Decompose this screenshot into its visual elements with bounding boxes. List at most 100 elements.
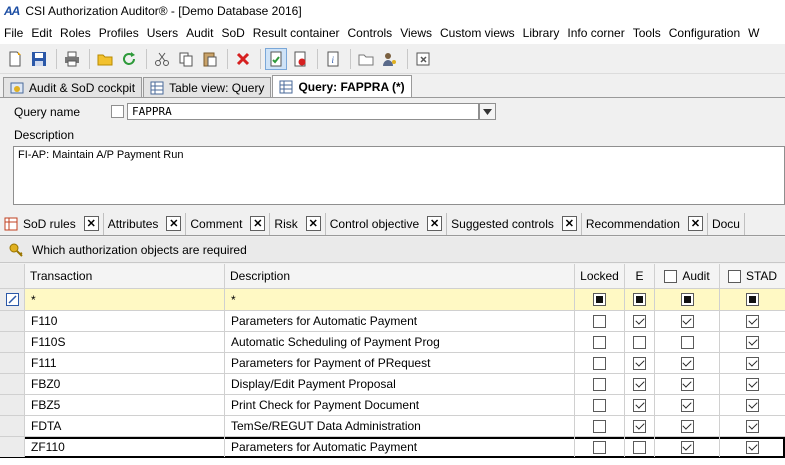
cell-e[interactable] xyxy=(625,332,655,352)
tab-suggested-controls[interactable]: Suggested controls ✕ xyxy=(447,212,582,235)
cell-description[interactable]: Display/Edit Payment Proposal xyxy=(225,374,575,394)
cell-stad[interactable] xyxy=(720,437,785,457)
menu-item-info-corner[interactable]: Info corner xyxy=(563,26,628,40)
audit-checkbox[interactable] xyxy=(680,314,694,328)
tab-attributes[interactable]: Attributes ✕ xyxy=(104,212,187,235)
cell-audit[interactable] xyxy=(655,437,720,457)
cell-stad[interactable] xyxy=(720,353,785,373)
column-header-e[interactable]: E xyxy=(625,264,655,288)
locked-checkbox[interactable] xyxy=(593,377,606,391)
menu-item-configuration[interactable]: Configuration xyxy=(665,26,744,40)
audit-header-checkbox[interactable] xyxy=(664,269,678,283)
close-icon[interactable]: ✕ xyxy=(250,216,266,231)
row-selector[interactable] xyxy=(0,395,25,415)
cell-audit[interactable] xyxy=(655,395,720,415)
table-row[interactable]: FBZ0 Display/Edit Payment Proposal xyxy=(0,374,785,395)
tab-control-objective[interactable]: Control objective ✕ xyxy=(326,212,448,235)
cell-stad[interactable] xyxy=(720,332,785,352)
chevron-down-icon[interactable] xyxy=(479,103,496,120)
cell-audit[interactable] xyxy=(655,332,720,352)
cell-transaction[interactable]: FBZ5 xyxy=(25,395,225,415)
menu-item-audit[interactable]: Audit xyxy=(182,26,217,40)
column-header-description[interactable]: Description xyxy=(225,264,575,288)
menu-item-custom-views[interactable]: Custom views xyxy=(436,26,519,40)
close-icon[interactable]: ✕ xyxy=(305,216,321,231)
column-header-audit[interactable]: Audit xyxy=(655,264,720,288)
stad-checkbox[interactable] xyxy=(746,398,759,412)
query-name-checkbox[interactable] xyxy=(111,105,124,118)
open-folder-icon[interactable] xyxy=(94,48,116,70)
cell-e[interactable] xyxy=(625,416,655,436)
table-row[interactable]: FDTA TemSe/REGUT Data Administration xyxy=(0,416,785,437)
cell-transaction[interactable]: F111 xyxy=(25,353,225,373)
filter-stad[interactable] xyxy=(720,289,785,310)
cell-description[interactable]: Automatic Scheduling of Payment Prog xyxy=(225,332,575,352)
audit-checkbox[interactable] xyxy=(680,356,694,370)
delete-icon[interactable] xyxy=(232,48,254,70)
locked-checkbox[interactable] xyxy=(593,335,606,349)
row-selector[interactable] xyxy=(0,311,25,331)
tab-comment[interactable]: Comment ✕ xyxy=(186,212,271,235)
new-icon[interactable] xyxy=(4,48,26,70)
tab-documentation[interactable]: Docu xyxy=(708,212,745,235)
menu-item-views[interactable]: Views xyxy=(396,26,436,40)
table-row[interactable]: FBZ5 Print Check for Payment Document xyxy=(0,395,785,416)
filter-transaction[interactable]: * xyxy=(25,289,225,310)
tab-table-view-query[interactable]: Table view: Query xyxy=(143,77,272,97)
cell-stad[interactable] xyxy=(720,311,785,331)
row-selector[interactable] xyxy=(0,353,25,373)
table-row[interactable]: F110 Parameters for Automatic Payment xyxy=(0,311,785,332)
cell-transaction[interactable]: FBZ0 xyxy=(25,374,225,394)
filter-e[interactable] xyxy=(625,289,655,310)
cell-transaction[interactable]: ZF110 xyxy=(25,437,225,457)
row-selector[interactable] xyxy=(0,437,25,457)
table-row[interactable]: F111 Parameters for Payment of PRequest xyxy=(0,353,785,374)
cell-locked[interactable] xyxy=(575,311,625,331)
column-header-locked[interactable]: Locked xyxy=(575,264,625,288)
stad-checkbox[interactable] xyxy=(746,419,759,433)
filter-description[interactable]: * xyxy=(225,289,575,310)
cell-locked[interactable] xyxy=(575,416,625,436)
cell-description[interactable]: TemSe/REGUT Data Administration xyxy=(225,416,575,436)
e-checkbox[interactable] xyxy=(633,419,646,433)
cell-e[interactable] xyxy=(625,437,655,457)
check-document-icon[interactable] xyxy=(265,47,287,70)
cell-audit[interactable] xyxy=(655,416,720,436)
audit-checkbox[interactable] xyxy=(680,335,694,349)
cell-stad[interactable] xyxy=(720,395,785,415)
cell-stad[interactable] xyxy=(720,374,785,394)
column-header-stad[interactable]: STAD xyxy=(720,264,785,288)
cell-description[interactable]: Print Check for Payment Document xyxy=(225,395,575,415)
close-icon[interactable]: ✕ xyxy=(83,216,99,231)
audit-checkbox[interactable] xyxy=(680,440,694,454)
cut-icon[interactable] xyxy=(151,48,173,70)
filter-checkbox[interactable] xyxy=(593,293,606,306)
stad-checkbox[interactable] xyxy=(746,377,759,391)
cell-audit[interactable] xyxy=(655,353,720,373)
row-selector[interactable] xyxy=(0,374,25,394)
e-checkbox[interactable] xyxy=(633,335,646,349)
row-selector[interactable] xyxy=(0,332,25,352)
cell-e[interactable] xyxy=(625,374,655,394)
cell-audit[interactable] xyxy=(655,374,720,394)
refresh-icon[interactable] xyxy=(118,48,140,70)
cell-audit[interactable] xyxy=(655,311,720,331)
menu-item-edit[interactable]: Edit xyxy=(27,26,56,40)
e-checkbox[interactable] xyxy=(633,377,646,391)
menu-item-users[interactable]: Users xyxy=(143,26,182,40)
table-row[interactable]: F110S Automatic Scheduling of Payment Pro… xyxy=(0,332,785,353)
row-selector[interactable] xyxy=(0,416,25,436)
description-field[interactable]: FI-AP: Maintain A/P Payment Run xyxy=(13,146,785,205)
folder-icon[interactable] xyxy=(355,48,377,70)
cell-locked[interactable] xyxy=(575,353,625,373)
filter-edit-icon[interactable] xyxy=(0,289,25,310)
audit-checkbox[interactable] xyxy=(680,398,694,412)
close-icon[interactable]: ✕ xyxy=(561,216,577,231)
e-checkbox[interactable] xyxy=(633,314,646,328)
cell-stad[interactable] xyxy=(720,416,785,436)
tab-query-fappra[interactable]: Query: FAPPRA (*) xyxy=(272,75,412,97)
menu-item-profiles[interactable]: Profiles xyxy=(95,26,143,40)
cell-e[interactable] xyxy=(625,311,655,331)
save-icon[interactable] xyxy=(28,48,50,70)
close-icon[interactable]: ✕ xyxy=(687,216,703,231)
